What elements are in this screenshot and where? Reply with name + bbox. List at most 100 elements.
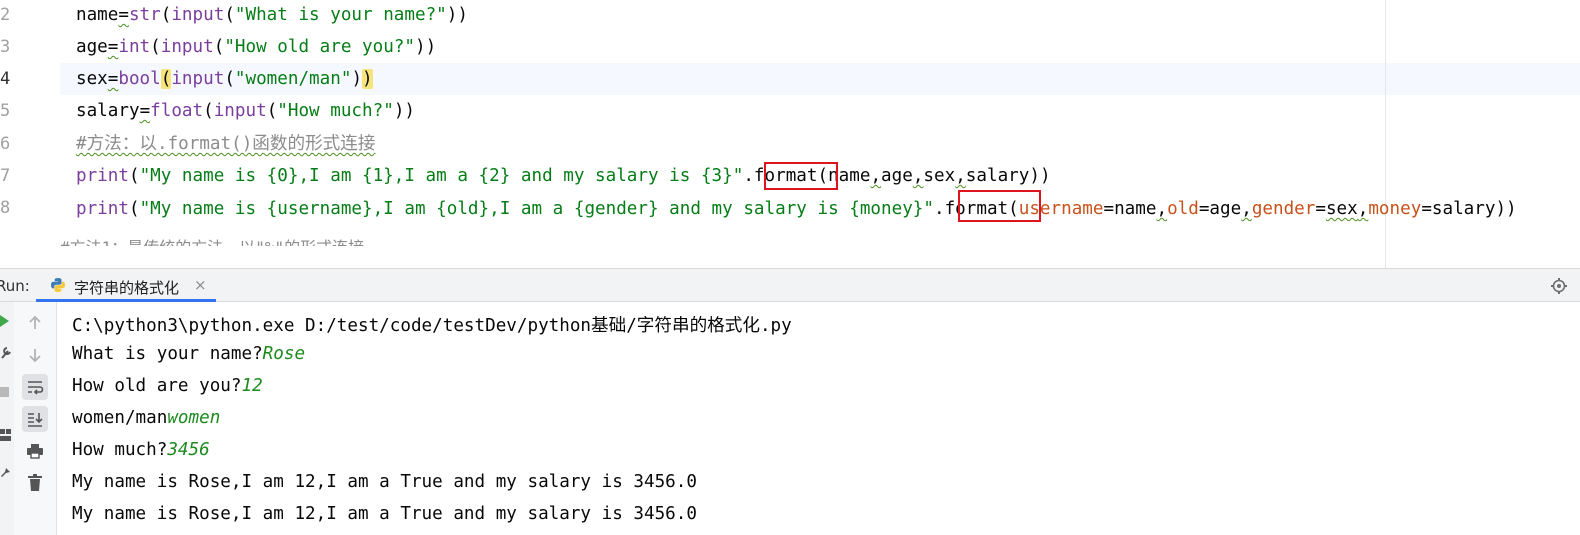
code-token: , [870,166,882,186]
gear-icon[interactable] [1550,277,1568,295]
console-text: What is your name? [72,344,263,364]
code-line[interactable]: print("My name is {username},I am {old},… [76,198,1517,220]
console-line: My name is Rose,I am 12,I am a True and … [72,472,697,492]
console-user-input: women [167,408,221,428]
code-token: #方法：以.format()函数的形式连接 [76,134,376,154]
format-highlight-box [764,162,838,190]
code-token: input [213,101,267,121]
code-token: old [1167,199,1199,219]
soft-wrap-icon [28,381,44,395]
rerun-icon[interactable] [0,314,10,328]
code-token: money [1368,199,1422,219]
line-number: 6 [0,134,11,154]
code-token: print [76,166,129,186]
code-token: input [160,37,214,57]
run-tab[interactable]: 字符串的格式化 × [36,269,216,302]
code-token: , [1156,199,1168,219]
line-number: 8 [0,198,11,218]
line-number: 7 [0,166,11,186]
arrow-down-icon [29,349,41,363]
code-token: ( [203,101,214,121]
code-token: ( [224,69,235,89]
console-text: How much? [72,440,168,460]
code-token: "How much?" [277,101,394,121]
console-text: My name is Rose,I am 12,I am a True and … [72,504,697,524]
stop-icon[interactable] [0,386,10,398]
python-icon [51,278,65,292]
trash-icon [28,474,42,491]
code-line[interactable]: #方法：以.format()函数的形式连接 [76,133,375,155]
console-text: women/man [72,408,168,428]
soft-wrap-button[interactable] [22,374,48,400]
code-token: float [150,101,204,121]
scroll-to-end-icon [28,413,43,427]
code-token: age [881,166,913,186]
code-token: ( [128,199,140,219]
console-toolbar [14,302,57,535]
code-token: =name [1103,199,1157,219]
code-editor[interactable]: 2 3 4 5 6 7 8 name=str(input("What is yo… [0,0,1580,268]
code-token: ( [213,37,225,57]
code-token: name [76,5,119,25]
code-token: = [107,37,119,57]
code-token: input [171,69,225,89]
print-button[interactable] [22,438,48,464]
line-number: 3 [0,37,11,57]
console-line: women/manwomen [72,408,220,428]
code-line[interactable]: salary=float(input("How much?")) [76,100,415,122]
code-line[interactable]: name=str(input("What is your name?")) [76,4,468,26]
code-token: "My name is {username},I am {old},I am a… [139,199,934,219]
code-token: "My name is {0},I am {1},I am a {2} and … [139,166,744,186]
console-output[interactable]: C:\python3\python.exe D:/test/code/testD… [57,302,1580,535]
code-token: )) [446,5,468,25]
console-text: My name is Rose,I am 12,I am a True and … [72,472,697,492]
run-label: Run: [0,277,30,295]
console-user-input: 12 [241,376,263,396]
console-line: C:\python3\python.exe D:/test/code/testD… [72,312,792,337]
code-token: input [171,5,225,25]
scroll-down-button[interactable] [22,342,48,368]
code-line[interactable]: age=int(input("How old are you?")) [76,36,436,58]
code-line[interactable]: sex=bool(input("women/man")) [76,68,373,90]
clear-console-button[interactable] [22,470,48,496]
code-token: gender [1251,199,1316,219]
code-token: sex [923,166,956,186]
code-token: , [1357,199,1369,219]
partial-code-line: #方法1：最传统的方法，以"%"的形式连接 [60,234,364,246]
print-icon [27,444,43,459]
code-token: "women/man" [234,69,352,89]
code-token: =age [1198,199,1242,219]
code-token: print [76,199,129,219]
code-token: "How old are you?" [224,37,415,57]
pin-icon[interactable] [0,464,12,478]
console-line: My name is Rose,I am 12,I am a True and … [72,504,697,524]
line-number: 5 [0,101,11,121]
code-token: sex [76,69,108,89]
code-token: ( [266,101,278,121]
layout-icon[interactable] [0,428,12,442]
code-token: str [128,5,161,25]
scroll-to-end-button[interactable] [22,406,48,432]
scroll-up-button[interactable] [22,310,48,336]
code-line[interactable]: print("My name is {0},I am {1},I am a {2… [76,165,1051,187]
code-token: = [139,101,151,121]
code-token: ( [150,37,161,57]
line-number: 2 [0,5,11,25]
code-token: ( [224,5,235,25]
code-token: = [1315,199,1326,219]
code-token: , [912,166,924,186]
code-token: ) [362,69,373,89]
code-token: "What is your name?" [234,5,447,25]
wrench-icon[interactable] [0,346,12,360]
code-token: =salary)) [1421,199,1517,219]
code-token: ( [160,5,172,25]
arrow-up-icon [29,315,41,329]
console-line: What is your name?Rose [72,344,305,364]
code-token: salary)) [965,166,1051,186]
close-icon[interactable]: × [194,276,207,294]
code-token: age [76,37,108,57]
run-tab-label: 字符串的格式化 [74,279,180,297]
code-token: ( [160,69,172,89]
code-token: )) [414,37,437,57]
code-token: ) [351,69,363,89]
